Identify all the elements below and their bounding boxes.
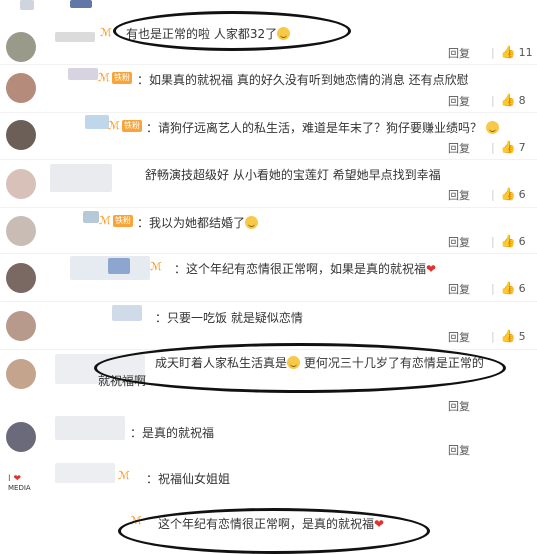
comment-text: 有也是正常的啦 人家都32了: [126, 25, 291, 42]
thumbs-up-icon: 👍: [500, 281, 516, 295]
like-count: 5: [518, 330, 526, 343]
like-count: 6: [518, 188, 526, 201]
comment-row: I ❤ MEDIA ℳ ：祝福仙女姐姐: [0, 455, 537, 495]
avatar[interactable]: [6, 120, 36, 150]
blurred-username: [20, 0, 34, 10]
fans-badge-icon: ℳ: [118, 469, 130, 482]
thumbs-up-icon: 👍: [500, 93, 516, 107]
avatar[interactable]: [6, 422, 36, 452]
like-button[interactable]: | 👍 7: [485, 140, 526, 154]
fan-level-badge: 铁粉: [113, 215, 133, 227]
blurred-username: [50, 164, 112, 192]
fans-badge-icon: ℳ: [150, 260, 162, 273]
fans-badge-icon: ℳ: [100, 26, 112, 39]
reply-button[interactable]: 回复: [448, 329, 470, 345]
like-button[interactable]: | 👍 5: [485, 329, 526, 343]
avatar[interactable]: [6, 311, 36, 341]
avatar[interactable]: [6, 73, 36, 103]
comment-row: ℳ 铁粉 ：我以为她都结婚了 回复 | 👍 6: [0, 208, 537, 253]
avatar[interactable]: [6, 359, 36, 389]
thumbs-up-icon: 👍: [500, 187, 516, 201]
like-button[interactable]: | 👍 6: [485, 234, 526, 248]
blurred-username: [83, 211, 99, 223]
thumbs-up-icon: 👍: [500, 140, 516, 154]
comment-text: ：如果真的就祝福 真的好久没有听到她恋情的消息 还有点欣慰: [137, 73, 469, 87]
blurred-username: [55, 32, 95, 42]
comment-text: 这个年纪有恋情很正常啊，是真的就祝福❤: [158, 517, 385, 531]
blurred-username: [70, 0, 92, 8]
fans-badge-icon: ℳ: [98, 71, 110, 84]
like-count: 6: [518, 235, 526, 248]
comment-row: 成天盯着人家私生活真是 更何况三十几岁了有恋情是正常的 就祝福啊 回复: [0, 350, 537, 413]
comment-row: ：只要一吃饭 就是疑似恋情 回复 | 👍 5: [0, 302, 537, 349]
fan-level-badge: 铁粉: [122, 120, 142, 132]
like-count: 8: [518, 94, 526, 107]
fans-badge-icon: ℳ: [130, 514, 142, 527]
avatar[interactable]: [6, 263, 36, 293]
like-button[interactable]: | 👍 8: [485, 93, 526, 107]
blurred-username: [112, 305, 142, 321]
blurred-username: [55, 463, 115, 483]
like-button[interactable]: | 👍 6: [485, 187, 526, 201]
fans-badge-icon: ℳ: [108, 119, 120, 132]
fans-badge-icon: ℳ: [99, 214, 111, 227]
laugh-emoji-icon: [245, 216, 259, 229]
comment-row: ℳ ：这个年纪有恋情很正常啊，如果是真的就祝福❤ 回复 | 👍 6: [0, 254, 537, 301]
comment-text: ：这个年纪有恋情很正常啊，如果是真的就祝福❤: [174, 262, 437, 276]
comment-row: ℳ 有也是正常的啦 人家都32了 回复 | 👍 11: [0, 20, 537, 65]
comment-text: ：请狗仔远离艺人的私生活，难道是年末了？狗仔要赚业绩吗？: [146, 119, 499, 136]
comment-text: ：是真的就祝福: [130, 426, 215, 440]
comment-text-continued: 就祝福啊: [98, 374, 147, 388]
media-logo: I ❤ MEDIA: [8, 474, 31, 493]
blurred-username: [85, 115, 109, 129]
thinking-emoji-icon: [485, 121, 499, 134]
reply-button[interactable]: 回复: [448, 234, 470, 250]
comment-text: 成天盯着人家私生活真是 更何况三十几岁了有恋情是正常的: [155, 356, 484, 370]
comment-text: 舒畅演技超级好 从小看她的宝莲灯 希望她早点找到幸福: [145, 168, 441, 182]
comment-row: ：是真的就祝福 回复: [0, 412, 537, 457]
comment-row: ℳ 铁粉 ：请狗仔远离艺人的私生活，难道是年末了？狗仔要赚业绩吗？ 回复 | 👍 7: [0, 113, 537, 159]
like-button[interactable]: | 👍 6: [485, 281, 526, 295]
like-count: 7: [518, 141, 526, 154]
thumbs-up-icon: 👍: [500, 45, 516, 59]
reply-button[interactable]: 回复: [448, 281, 470, 297]
comment-row: ℳ 这个年纪有恋情很正常啊，是真的就祝福❤: [0, 505, 537, 531]
reply-button[interactable]: 回复: [448, 187, 470, 203]
comment-row: [0, 0, 537, 20]
thumbs-up-icon: 👍: [500, 329, 516, 343]
comment-row: 舒畅演技超级好 从小看她的宝莲灯 希望她早点找到幸福 回复 | 👍 6: [0, 160, 537, 207]
laugh-emoji-icon: [277, 27, 291, 40]
comment-text: ：祝福仙女姐姐: [146, 472, 231, 486]
like-button[interactable]: | 👍 11: [485, 45, 533, 59]
reply-button[interactable]: 回复: [448, 140, 470, 156]
reply-button[interactable]: 回复: [448, 93, 470, 109]
fan-level-badge: 铁粉: [112, 72, 132, 84]
avatar[interactable]: [6, 169, 36, 199]
comment-text: ：我以为她都结婚了: [137, 214, 259, 231]
thumbs-up-icon: 👍: [500, 234, 516, 248]
like-count: 6: [518, 282, 526, 295]
reply-button[interactable]: 回复: [448, 45, 470, 61]
blurred-username: [55, 416, 125, 440]
laugh-emoji-icon: [287, 356, 301, 369]
avatar[interactable]: [6, 216, 36, 246]
avatar[interactable]: [6, 32, 36, 62]
like-count: 11: [518, 46, 533, 59]
blurred-username: [108, 258, 130, 274]
heart-icon: ❤: [426, 262, 437, 276]
blurred-username: [68, 68, 98, 80]
comment-row: ℳ 铁粉 ：如果真的就祝福 真的好久没有听到她恋情的消息 还有点欣慰 回复 | 👍…: [0, 65, 537, 112]
comment-text: ：只要一吃饭 就是疑似恋情: [155, 311, 303, 325]
